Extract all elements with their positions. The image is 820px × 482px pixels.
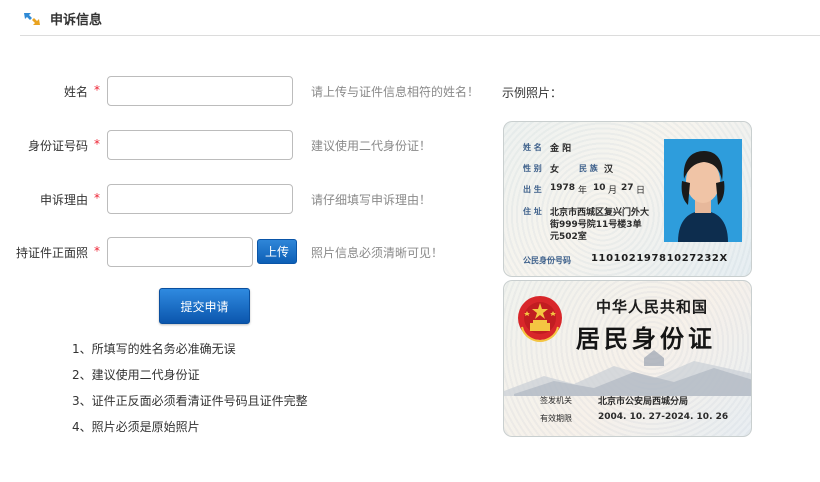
card-country-title: 中华人民共和国: [596, 298, 709, 316]
card-sex-value: 女: [550, 165, 560, 175]
card-name-key: 姓 名: [523, 143, 542, 152]
card-name-value: 金 阳: [550, 144, 572, 154]
note-item: 1、所填写的姓名务必准确无误: [72, 342, 236, 356]
section-header: 申诉信息: [20, 0, 820, 36]
card-id-number-value: 11010219781027232X: [591, 253, 728, 264]
id-number-hint: 建议使用二代身份证！: [311, 139, 432, 153]
sample-photo-label: 示例照片：: [502, 86, 563, 100]
photo-path-input[interactable]: [107, 237, 253, 267]
id-number-input[interactable]: [107, 130, 293, 160]
card-nation-key: 民 族: [579, 164, 598, 173]
reason-input[interactable]: [107, 184, 293, 214]
sample-id-card-front: 姓 名 金 阳 性 别 女 民 族 汉 出 生 1978 年 10 月 27 日…: [503, 121, 752, 277]
upload-button[interactable]: 上传: [257, 239, 297, 264]
reason-label: 申诉理由: [39, 193, 88, 207]
card-birth-year: 1978: [550, 183, 576, 193]
card-validity-key: 有效期限: [540, 414, 572, 423]
note-item: 4、照片必须是原始照片: [72, 420, 200, 434]
name-label: 姓名: [63, 85, 88, 99]
required-mark: *: [94, 244, 100, 258]
section-title: 申诉信息: [50, 13, 103, 28]
card-validity-value: 2004. 10. 27-2024. 10. 26: [598, 412, 729, 422]
photo-hint: 照片信息必须清晰可见！: [311, 246, 444, 260]
card-id-number-key: 公民身份号码: [523, 256, 571, 265]
card-address-key: 住 址: [523, 207, 542, 216]
sample-id-card-back: 中华人民共和国 居民身份证 签发机关 北京市公安局西城分局 有效期限 2004.…: [503, 280, 752, 437]
card-sex-key: 性 别: [523, 164, 542, 173]
required-mark: *: [94, 137, 100, 151]
card-day-unit: 日: [636, 186, 646, 196]
card-birth-day: 27: [621, 183, 634, 193]
card-nation-value: 汉: [604, 165, 614, 175]
reason-hint: 请仔细填写申诉理由！: [311, 193, 432, 207]
name-input[interactable]: [107, 76, 293, 106]
name-hint: 请上传与证件信息相符的姓名！: [311, 85, 480, 99]
resize-arrows-icon: [24, 13, 40, 25]
note-item: 2、建议使用二代身份证: [72, 368, 200, 382]
national-emblem-icon: [518, 296, 562, 343]
submit-button[interactable]: 提交申请: [159, 288, 250, 324]
card-document-title: 居民身份证: [576, 324, 716, 353]
card-authority-value: 北京市公安局西城分局: [598, 397, 689, 407]
card-address-line: 元502室: [550, 232, 587, 242]
id-number-label: 身份证号码: [27, 139, 88, 153]
portrait-photo: [664, 139, 742, 242]
card-birth-key: 出 生: [523, 185, 542, 194]
note-item: 3、证件正反面必须看清证件号码且证件完整: [72, 394, 308, 408]
card-month-unit: 月: [608, 186, 618, 196]
photo-label: 持证件正面照: [15, 246, 88, 260]
required-mark: *: [94, 191, 100, 205]
card-birth-month: 10: [593, 183, 606, 193]
card-year-unit: 年: [578, 186, 588, 196]
card-authority-key: 签发机关: [540, 396, 572, 405]
required-mark: *: [94, 83, 100, 97]
portrait-silhouette-icon: [678, 151, 728, 242]
